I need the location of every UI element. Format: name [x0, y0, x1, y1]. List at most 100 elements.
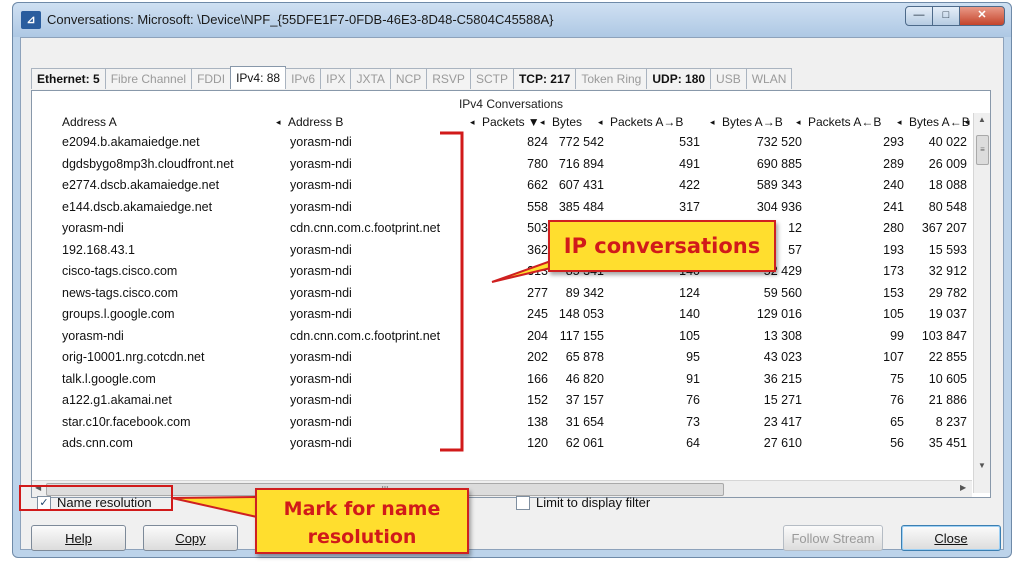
conversations-window: ⊿ Conversations: Microsoft: \Device\NPF_…	[12, 2, 1012, 558]
cell-packets-a-to-b: 124	[679, 285, 700, 300]
title-bar[interactable]: ⊿ Conversations: Microsoft: \Device\NPF_…	[13, 3, 1011, 37]
tab-sctp[interactable]: SCTP	[469, 68, 514, 89]
tab-jxta[interactable]: JXTA	[350, 68, 391, 89]
tab-tcp-217[interactable]: TCP: 217	[512, 68, 577, 89]
limit-filter-checkbox[interactable]	[516, 496, 530, 510]
cell-packets-b-to-a: 105	[883, 307, 904, 321]
cell-packets-b-to-a: 193	[883, 242, 904, 257]
tab-ipx[interactable]: IPX	[320, 68, 352, 89]
minimize-button[interactable]: —	[905, 6, 933, 26]
table-body: e2094.b.akamaiedge.net yorasm-ndi 824 772 5…	[32, 133, 970, 483]
scroll-down-icon[interactable]: ▼	[974, 461, 990, 470]
scroll-up-icon[interactable]: ▲	[974, 115, 990, 124]
cell-packets-a-to-b: 95	[686, 350, 700, 364]
cell-packets-a-to-b: 76	[686, 393, 700, 407]
column-resize-icon[interactable]: ◂	[965, 113, 970, 131]
table-row[interactable]: dgdsbygo8mp3h.cloudfront.net yorasm-ndi 78…	[32, 155, 970, 177]
column-header-packets-b-to-a[interactable]: Packets A←B	[808, 113, 881, 131]
cell-packets-b-to-a: 173	[883, 264, 904, 278]
dialog-body: Ethernet: 5 Fibre Channel FDDI IPv4: 88 IPv6…	[20, 37, 1004, 551]
cell-packets: 662	[527, 178, 548, 192]
column-resize-icon[interactable]: ◂	[598, 113, 603, 131]
name-resolution-label[interactable]: Name resolution	[57, 495, 152, 510]
help-button[interactable]: Help	[31, 525, 126, 551]
tab-ipv6[interactable]: IPv6	[285, 68, 322, 89]
tab-rsvp[interactable]: RSVP	[426, 68, 471, 89]
table-row[interactable]: orig-10001.nrg.cotcdn.net yorasm-ndi 202 65…	[32, 348, 970, 370]
conversation-table-panel: IPv4 Conversations Address A Address B ◂ Pa…	[31, 90, 991, 498]
column-header-bytes-b-to-a[interactable]: Bytes A←B	[909, 113, 970, 131]
column-resize-icon[interactable]: ◂	[897, 113, 902, 131]
table-row[interactable]: talk.l.google.com yorasm-ndi 166 46 820 91 36…	[32, 370, 970, 392]
table-row[interactable]: 192.168.43.1 yorasm-ndi 362 57 193 15 593	[32, 241, 970, 263]
horizontal-scrollbar[interactable]: ◀ III ▶	[32, 480, 972, 497]
cell-bytes-b-to-a: 367 207	[921, 221, 967, 235]
cell-bytes: 62 061	[565, 436, 604, 450]
column-header-address-b[interactable]: Address B	[288, 113, 343, 131]
table-row[interactable]: news-tags.cisco.com yorasm-ndi 277 89 342 12…	[32, 284, 970, 306]
cell-bytes-a-to-b: 57	[788, 242, 802, 257]
cell-bytes-b-to-a: 32 912	[928, 264, 967, 278]
tab-ethernet-5[interactable]: Ethernet: 5	[31, 68, 106, 89]
column-header-packets[interactable]: Packets ▼	[482, 113, 540, 131]
cell-bytes-b-to-a: 26 009	[928, 156, 967, 171]
cell-packets: 204	[527, 328, 548, 343]
column-resize-icon[interactable]: ◂	[796, 113, 801, 131]
vertical-scroll-thumb[interactable]: ≡	[976, 135, 989, 165]
close-button[interactable]: Close	[901, 525, 1001, 551]
tab-ncp[interactable]: NCP	[389, 68, 428, 89]
table-row[interactable]: yorasm-ndi cdn.cnn.com.c.footprint.net 503…	[32, 219, 970, 241]
cell-address-b: yorasm-ndi	[290, 242, 352, 257]
table-header: Address A Address B ◂ Packets ▼ ◂ Bytes ◂ Packet…	[32, 113, 970, 131]
cell-packets-b-to-a: 107	[883, 350, 904, 364]
cell-packets-b-to-a: 75	[890, 371, 904, 386]
cell-packets-b-to-a: 56	[890, 436, 904, 450]
tab-fddi[interactable]: FDDI	[191, 68, 232, 89]
column-resize-icon[interactable]: ◂	[470, 113, 475, 131]
table-row[interactable]: cisco-tags.cisco.comyorasm-ndi31385 3411…	[32, 262, 970, 284]
tab-ipv4-88[interactable]: IPv4: 88	[230, 66, 287, 89]
tab-wlan[interactable]: WLAN	[745, 68, 793, 89]
copy-button[interactable]: Copy	[143, 525, 238, 551]
table-row[interactable]: ads.cnn.com yorasm-ndi 120 62 061 64 27 610 56…	[32, 434, 970, 456]
cell-address-a: cisco-tags.cisco.com	[62, 264, 178, 278]
close-button-label: Close	[934, 531, 968, 546]
close-window-button[interactable]: ✕	[959, 6, 1005, 26]
cell-packets: 120	[527, 436, 548, 450]
tab-fibre-channel[interactable]: Fibre Channel	[104, 68, 193, 89]
name-resolution-checkbox[interactable]: ✓	[37, 496, 51, 510]
column-header-bytes-a-to-b[interactable]: Bytes A→B	[722, 113, 783, 131]
column-resize-icon[interactable]: ◂	[540, 113, 545, 131]
cell-address-a: yorasm-ndi	[62, 328, 124, 343]
vertical-scrollbar[interactable]: ▲ ≡ ▼	[973, 113, 990, 493]
table-row[interactable]: e2094.b.akamaiedge.net yorasm-ndi 824 772 5…	[32, 133, 970, 155]
table-row[interactable]: a122.g1.akamai.net yorasm-ndi 152 37 157 76 1…	[32, 391, 970, 413]
column-header-bytes[interactable]: Bytes	[552, 113, 582, 131]
follow-stream-button[interactable]: Follow Stream	[783, 525, 883, 551]
cell-packets-a-to-b: 491	[679, 156, 700, 171]
tab-token-ring[interactable]: Token Ring	[575, 68, 648, 89]
limit-filter-label[interactable]: Limit to display filter	[536, 495, 650, 510]
wireshark-icon: ⊿	[21, 11, 41, 29]
cell-bytes: 37 157	[565, 393, 604, 407]
tab-udp-180[interactable]: UDP: 180	[646, 68, 712, 89]
column-header-packets-a-to-b[interactable]: Packets A→B	[610, 113, 683, 131]
cell-packets: 277	[527, 285, 548, 300]
table-row[interactable]: e2774.dscb.akamaiedge.net yorasm-ndi 662 60…	[32, 176, 970, 198]
column-header-address-a[interactable]: Address A	[62, 113, 117, 131]
table-row[interactable]: e144.dscb.akamaiedge.net yorasm-ndi 558 385…	[32, 198, 970, 220]
scroll-right-icon[interactable]: ▶	[960, 483, 966, 492]
cell-bytes: 716 894	[558, 156, 604, 171]
tab-usb[interactable]: USB	[710, 68, 747, 89]
name-callout-line2: resolution	[307, 526, 417, 548]
column-header-label: Bytes	[552, 115, 583, 129]
table-row[interactable]: groups.l.google.com yorasm-ndi 245 148 053 1…	[32, 305, 970, 327]
column-resize-icon[interactable]: ◂	[710, 113, 715, 131]
cell-address-a: e2774.dscb.akamaiedge.net	[62, 178, 220, 192]
maximize-button[interactable]: □	[932, 6, 960, 26]
scroll-left-icon[interactable]: ◀	[35, 483, 41, 492]
column-resize-icon[interactable]: ◂	[276, 113, 281, 131]
table-row[interactable]: star.c10r.facebook.com yorasm-ndi 138 31 65…	[32, 413, 970, 435]
cell-packets: 824	[527, 135, 548, 149]
table-row[interactable]: yorasm-ndi cdn.cnn.com.c.footprint.net 204…	[32, 327, 970, 349]
